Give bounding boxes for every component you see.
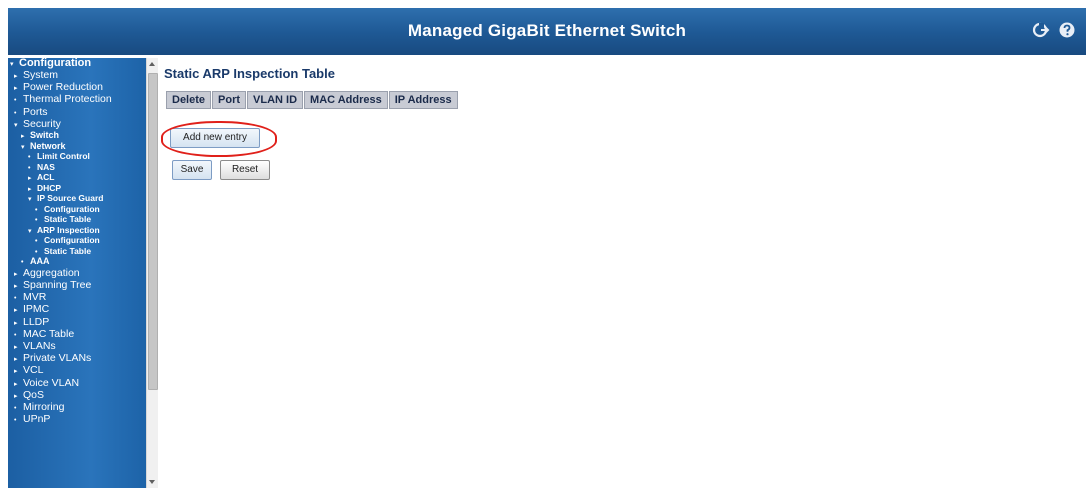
collapsed-arrow-icon: ▸: [14, 270, 18, 278]
sidebar-item-acl[interactable]: ▸ ACL: [8, 172, 146, 184]
collapsed-arrow-icon: ▸: [14, 343, 18, 351]
bullet-icon: •: [35, 238, 38, 246]
sidebar-item-label: VCL: [23, 364, 44, 377]
bullet-icon: •: [14, 417, 17, 425]
scroll-up-icon[interactable]: [149, 62, 155, 66]
page-title: Static ARP Inspection Table: [164, 66, 335, 81]
sidebar-item-label: Security: [23, 117, 61, 130]
column-header-port: Port: [212, 91, 247, 109]
sidebar-item-label: QoS: [23, 388, 45, 401]
sidebar-item-label: Ports: [23, 105, 48, 118]
main-content: Static ARP Inspection Table Delete Port …: [161, 58, 1084, 488]
sidebar-item-label: IP Source Guard: [37, 193, 104, 204]
add-new-entry-button[interactable]: Add new entry: [170, 128, 260, 148]
sidebar-item-label: NAS: [37, 161, 55, 172]
sidebar-item-label: MAC Table: [23, 327, 75, 340]
collapsed-arrow-icon: ▸: [14, 307, 18, 315]
sidebar-item-label: Static Table: [44, 245, 92, 256]
collapsed-arrow-icon: ▸: [28, 185, 32, 193]
sidebar-item-label: LLDP: [23, 315, 50, 328]
expanded-arrow-icon: ▾: [10, 61, 14, 68]
scroll-down-icon[interactable]: [149, 480, 155, 484]
column-header-ip-address: IP Address: [388, 91, 458, 109]
app-window: Managed GigaBit Ethernet Switch ▾ Configu…: [8, 8, 1086, 488]
sidebar-scrollbar[interactable]: [146, 58, 158, 488]
save-button[interactable]: Save: [172, 160, 212, 180]
sidebar-item-label: Configuration: [19, 58, 92, 69]
sidebar-item-label: Mirroring: [23, 400, 65, 413]
bullet-icon: •: [14, 404, 17, 412]
header-bar: Managed GigaBit Ethernet Switch: [8, 8, 1086, 55]
logout-icon[interactable]: [1032, 21, 1050, 39]
bullet-icon: •: [28, 164, 31, 172]
expanded-arrow-icon: ▾: [21, 143, 25, 151]
collapsed-arrow-icon: ▸: [14, 380, 18, 388]
bullet-icon: •: [14, 331, 17, 339]
collapsed-arrow-icon: ▸: [14, 73, 18, 80]
collapsed-arrow-icon: ▸: [14, 85, 18, 93]
collapsed-arrow-icon: ▸: [14, 282, 18, 290]
sidebar-item-label: VLANs: [23, 339, 56, 352]
sidebar-item-label: ARP Inspection: [37, 224, 100, 235]
sidebar-item-switch[interactable]: ▸ Switch: [8, 130, 146, 142]
scrollbar-thumb[interactable]: [148, 73, 158, 390]
sidebar-item-label: MVR: [23, 291, 47, 304]
bullet-icon: •: [35, 206, 38, 214]
sidebar-item-label: Private VLANs: [23, 352, 92, 365]
help-icon[interactable]: [1058, 21, 1076, 39]
column-header-mac-address: MAC Address: [304, 91, 388, 109]
arp-inspection-table: Delete Port VLAN ID MAC Address IP Addre…: [165, 90, 459, 110]
sidebar-item-static-table[interactable]: • Static Table: [8, 245, 146, 257]
table-header-row: Delete Port VLAN ID MAC Address IP Addre…: [166, 91, 458, 109]
collapsed-arrow-icon: ▸: [14, 392, 18, 400]
sidebar-item-label: Configuration: [44, 235, 100, 246]
expanded-arrow-icon: ▾: [14, 121, 18, 129]
collapsed-arrow-icon: ▸: [14, 319, 18, 327]
sidebar-item-label: Voice VLAN: [23, 376, 80, 389]
sidebar-item-limit-control[interactable]: • Limit Control: [8, 151, 146, 163]
expanded-arrow-icon: ▾: [28, 196, 32, 204]
header-icons: [1032, 21, 1076, 39]
collapsed-arrow-icon: ▸: [21, 133, 25, 141]
sidebar-nav: ▾ Configuration ▸ System ▸ Power Reduction • Th…: [8, 58, 146, 488]
sidebar-item-label: DHCP: [37, 182, 62, 193]
sidebar-item-security[interactable]: ▾ Security: [8, 117, 146, 131]
sidebar-item-label: IPMC: [23, 303, 50, 316]
sidebar-item-label: Power Reduction: [23, 81, 103, 94]
sidebar-item-label: UPnP: [23, 413, 51, 426]
sidebar-item-label: Static Table: [44, 214, 92, 225]
collapsed-arrow-icon: ▸: [14, 356, 18, 364]
bullet-icon: •: [14, 295, 17, 303]
reset-button[interactable]: Reset: [220, 160, 270, 180]
sidebar-item-label: Configuration: [44, 203, 100, 214]
sidebar-item-label: AAA: [30, 256, 50, 267]
nav-tree: ▾ Configuration ▸ System ▸ Power Reduction • Th…: [8, 58, 146, 426]
bullet-icon: •: [14, 109, 17, 117]
sidebar-item-label: Spanning Tree: [23, 278, 92, 291]
sidebar-item-label: Limit Control: [37, 151, 90, 162]
column-header-delete: Delete: [166, 91, 212, 109]
app-title: Managed GigaBit Ethernet Switch: [407, 21, 687, 40]
sidebar-item-label: System: [23, 69, 59, 81]
sidebar-item-label: ACL: [37, 172, 55, 183]
collapsed-arrow-icon: ▸: [28, 175, 32, 183]
sidebar-item-label: Network: [30, 140, 66, 151]
sidebar-item-label: Thermal Protection: [23, 93, 112, 106]
sidebar-item-label: Switch: [30, 130, 60, 141]
bullet-icon: •: [28, 154, 31, 162]
column-header-vlan-id: VLAN ID: [247, 91, 304, 109]
bullet-icon: •: [14, 97, 17, 105]
expanded-arrow-icon: ▾: [28, 227, 32, 235]
collapsed-arrow-icon: ▸: [14, 368, 18, 376]
sidebar-item-upnp[interactable]: • UPnP: [8, 414, 146, 426]
sidebar-item-label: Aggregation: [23, 266, 80, 279]
sidebar-item-nas[interactable]: • NAS: [8, 161, 146, 174]
